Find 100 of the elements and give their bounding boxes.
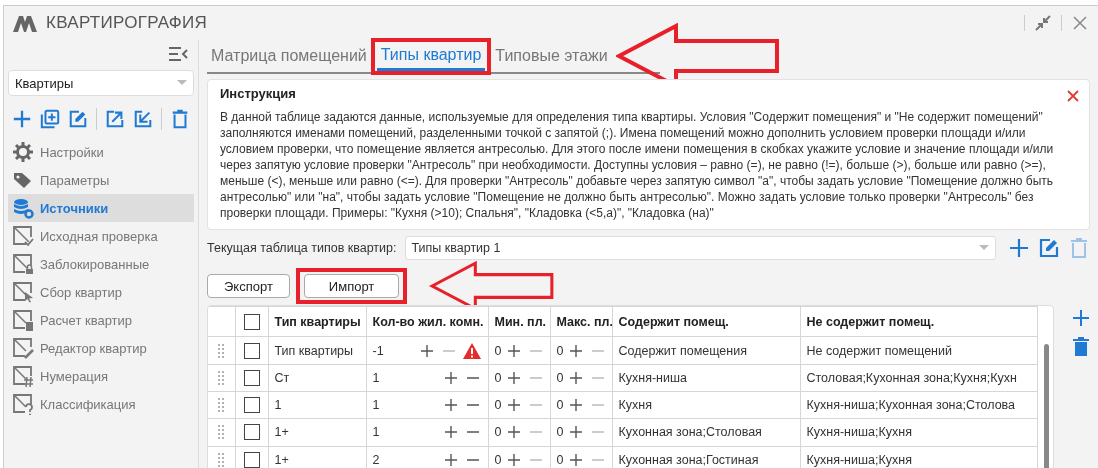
select-all-checkbox[interactable] — [243, 313, 260, 330]
stepper-value[interactable]: -1 — [372, 343, 414, 358]
row-checkbox[interactable] — [243, 342, 260, 359]
plus-icon — [569, 398, 584, 413]
stepper-value[interactable]: 0 — [494, 425, 502, 440]
tab[interactable]: Типы квартир — [376, 41, 486, 71]
plus-icon — [569, 370, 584, 385]
edit-icon[interactable] — [68, 108, 89, 130]
nav-item[interactable]: Заблокированные — [8, 250, 194, 278]
drag-handle-icon[interactable] — [217, 397, 226, 414]
table-dropdown[interactable]: Типы квартир 1 — [404, 236, 996, 260]
nav-item[interactable]: Исходная проверка — [8, 222, 194, 250]
column-header[interactable]: Не содержит помещ. — [800, 306, 1037, 337]
minus-icon — [591, 376, 606, 379]
stepper-value[interactable]: 0 — [494, 398, 502, 413]
crossed-frame-calculator-icon — [12, 309, 34, 331]
nav-item[interactable]: Нумерация — [8, 362, 194, 390]
crossed-frame-cursor-icon — [12, 281, 34, 303]
row-checkbox[interactable] — [243, 397, 260, 414]
minus-icon — [529, 376, 544, 379]
nav-item[interactable]: Настройки — [8, 138, 194, 166]
section-dropdown[interactable]: Квартиры — [8, 70, 194, 96]
crossed-frame-hash-icon — [12, 365, 34, 387]
plus-icon — [569, 425, 584, 440]
scrollbar-thumb[interactable] — [1043, 344, 1049, 468]
plus-icon — [443, 370, 458, 385]
export-icon[interactable] — [105, 108, 126, 130]
minus-icon — [465, 431, 480, 434]
table-cell: Кухня-ниша;Кухонная зона;Столова — [800, 391, 1037, 419]
collapse-window-icon[interactable] — [1033, 13, 1053, 33]
stepper-value[interactable]: 0 — [556, 398, 564, 413]
column-header[interactable]: Кол-во жил. комн. — [366, 306, 488, 337]
action-button[interactable]: Импорт — [303, 274, 400, 298]
duplicate-icon[interactable] — [40, 108, 61, 130]
minus-icon — [465, 376, 480, 379]
stepper-value[interactable]: 0 — [494, 452, 502, 467]
nav-item[interactable]: Сбор квартир — [8, 278, 194, 306]
stepper-value[interactable]: 0 — [494, 370, 502, 385]
row-checkbox[interactable] — [243, 369, 260, 386]
add-icon[interactable] — [1008, 237, 1030, 259]
row-checkbox[interactable] — [243, 451, 260, 468]
caret-icon — [177, 80, 187, 86]
import-icon[interactable] — [133, 108, 154, 130]
plus-icon — [507, 452, 522, 467]
instruction-text: В данной таблице задаются данные, используемые для определения типа квартиры. Условия "Содержит помещения" и "Не содержит помещений" заполняются именами помещений, разделенными точкой с запятой (;). Имена помещений можно дополнить условием проверки площади и/или условием проверки, что помещение является антресолью. Для этого после имени помещения в скобках укажите условие и значение площади и/или через запятую условие проверки "Антресоль" при необходимости. Доступны условия – равно (=), не равно (!=), больше (>), больше или равно (>=), меньше (<), меньше или равно (<=). Для проверки "Антресоль" добавьте через запятую символ "а", чтобы задать условие "Помещение должно быть антресолью" или "на", чтобы задать условие "Помещение не должно быть антресолью". Можно задать условие только проверки "Антресоль" без проверки площади. Примеры: "Кухня (>10); Спальня", "Кладовка (<5,а)", "Кладовка (на)" — [220, 109, 1055, 221]
table-cell: 1 — [268, 391, 366, 419]
edit-icon[interactable] — [1038, 237, 1060, 259]
stepper-value[interactable]: 0 — [556, 343, 564, 358]
column-header[interactable]: Мин. пл. — [488, 306, 550, 337]
column-header[interactable]: Тип квартиры — [268, 306, 366, 337]
minus-icon — [529, 404, 544, 407]
caret-icon — [979, 245, 989, 251]
drag-handle-icon[interactable] — [217, 424, 226, 441]
plus-icon — [569, 452, 584, 467]
close-icon[interactable] — [1067, 90, 1079, 102]
add-icon[interactable] — [12, 108, 33, 130]
database-gear-icon — [12, 197, 34, 219]
nav-item[interactable]: Классификация — [8, 390, 194, 418]
drag-handle-icon[interactable] — [217, 451, 226, 468]
tab[interactable]: Типовые этажи — [491, 43, 612, 69]
plus-icon — [443, 398, 458, 413]
minus-icon — [529, 431, 544, 434]
field-label: Текущая таблица типов квартир: — [207, 241, 397, 255]
drag-handle-icon[interactable] — [217, 342, 226, 359]
crossed-frame-pencil-icon — [12, 337, 34, 359]
table-cell: Ст — [268, 364, 366, 392]
tab[interactable]: Матрица помещений — [207, 43, 371, 69]
stepper-value[interactable]: 0 — [556, 425, 564, 440]
nav-item[interactable]: Параметры — [8, 166, 194, 194]
nav-item[interactable]: Расчет квартир — [8, 306, 194, 334]
add-row-icon[interactable] — [1072, 309, 1090, 327]
stepper-value[interactable]: 0 — [494, 343, 502, 358]
column-header[interactable]: Содержит помещ. — [612, 306, 800, 337]
minus-icon — [591, 458, 606, 461]
crossed-frame-question-icon — [12, 393, 34, 415]
table-cell: Не содержит помещений — [800, 336, 1037, 365]
table-cell: Содержит помещения — [612, 336, 800, 365]
trash-icon[interactable] — [1072, 337, 1090, 357]
stepper-value[interactable]: 0 — [556, 370, 564, 385]
plus-icon — [443, 452, 458, 467]
collapse-sidebar-icon[interactable] — [168, 46, 188, 62]
minus-icon — [591, 431, 606, 434]
row-checkbox[interactable] — [243, 424, 260, 441]
crossed-frame-lock-icon — [12, 253, 34, 275]
table-cell: Кухня-ниша;Кухня — [800, 418, 1037, 447]
minus-icon — [465, 458, 480, 461]
action-button[interactable]: Экспорт — [207, 274, 290, 298]
plus-icon — [507, 343, 522, 358]
minus-icon — [591, 349, 606, 352]
stepper-value[interactable]: 0 — [556, 452, 564, 467]
minus-icon — [441, 349, 456, 352]
plus-icon — [419, 343, 434, 358]
plus-icon — [443, 425, 458, 440]
plus-icon — [507, 370, 522, 385]
minus-icon — [529, 458, 544, 461]
table-cell: Кухня — [612, 391, 800, 419]
plus-icon — [569, 343, 584, 358]
plus-icon — [507, 398, 522, 413]
drag-handle-icon[interactable] — [217, 369, 226, 386]
nav-item[interactable]: Редактор квартир — [8, 334, 194, 362]
